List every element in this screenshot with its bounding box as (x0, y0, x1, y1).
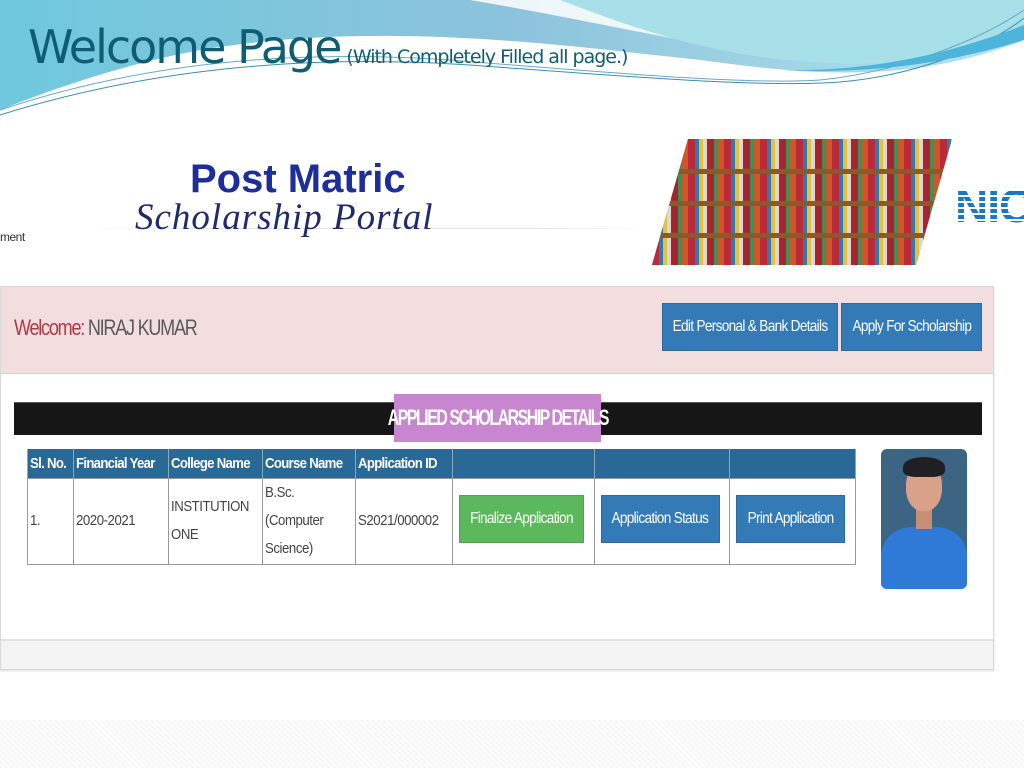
column-header-action-print (728, 449, 856, 478)
portal-banner: ment Post Matric Scholarship Portal NIC (0, 135, 1024, 275)
application-status-button[interactable]: Application Status (600, 494, 720, 543)
edit-personal-bank-details-button[interactable]: Edit Personal & Bank Details (662, 303, 838, 351)
table-row: 1. 2020-2021 INSTITUTION ONE B.Sc. (Comp… (26, 477, 856, 565)
column-header-financial-year: Financial Year (73, 449, 169, 478)
panel-footer (1, 639, 993, 669)
column-header-sl-no: Sl. No. (26, 449, 75, 478)
finalize-application-button[interactable]: Finalize Application (458, 494, 584, 543)
print-application-button[interactable]: Print Application (735, 494, 845, 543)
slide-subtitle: (With Completely Filled all page.) (346, 46, 628, 68)
section-heading-text: APPLIED SCHOLARSHIP DETAILS (387, 405, 609, 430)
nic-logo: NIC (955, 179, 1024, 233)
cell-course-name: B.Sc. (Computer Science) (262, 477, 357, 565)
cell-sl-no: 1. (26, 477, 75, 565)
cell-college-name: INSTITUTION ONE (167, 477, 264, 565)
welcome-label: Welcome: (14, 315, 85, 340)
table-header-row: Sl. No. Financial Year College Name Cour… (26, 449, 856, 478)
apply-for-scholarship-button[interactable]: Apply For Scholarship (841, 303, 982, 351)
cell-financial-year: 2020-2021 (73, 477, 169, 565)
column-header-college-name: College Name (167, 449, 264, 478)
shelf (652, 201, 952, 206)
welcome-message: Welcome: NIRAJ KUMAR (14, 315, 198, 341)
applicant-photo (881, 449, 967, 589)
portal-logo[interactable]: Post Matric Scholarship Portal (135, 157, 434, 239)
column-header-action-status (593, 449, 730, 478)
portal-logo-line2: Scholarship Portal (135, 197, 434, 238)
photo-hair (903, 457, 945, 477)
cell-print: Print Application (728, 477, 856, 565)
applied-scholarships-table: Sl. No. Financial Year College Name Cour… (26, 449, 856, 565)
welcome-bar: Welcome: NIRAJ KUMAR Edit Personal & Ban… (1, 287, 993, 374)
shelf (652, 233, 952, 238)
dashboard-panel: Welcome: NIRAJ KUMAR Edit Personal & Ban… (0, 286, 994, 670)
photo-shirt (881, 527, 967, 589)
government-text-fragment: ment (0, 230, 25, 244)
cell-application-id: S2021/000002 (355, 477, 453, 565)
cell-status: Application Status (593, 477, 730, 565)
shelf (652, 169, 952, 174)
column-header-action-finalize (451, 449, 595, 478)
apply-label: Apply For Scholarship (852, 318, 971, 335)
cell-finalize: Finalize Application (451, 477, 595, 565)
column-header-application-id: Application ID (355, 449, 453, 478)
edit-details-label: Edit Personal & Bank Details (672, 318, 829, 335)
section-heading: APPLIED SCHOLARSHIP DETAILS (387, 394, 609, 442)
slide-title-main: Welcome Page (28, 20, 342, 74)
slide-title: Welcome Page (With Completely Filled all … (28, 20, 628, 74)
slide-bottom-texture (0, 720, 1024, 768)
column-header-course-name: Course Name (262, 449, 357, 478)
library-books-image (652, 139, 952, 265)
user-name: NIRAJ KUMAR (87, 315, 198, 340)
